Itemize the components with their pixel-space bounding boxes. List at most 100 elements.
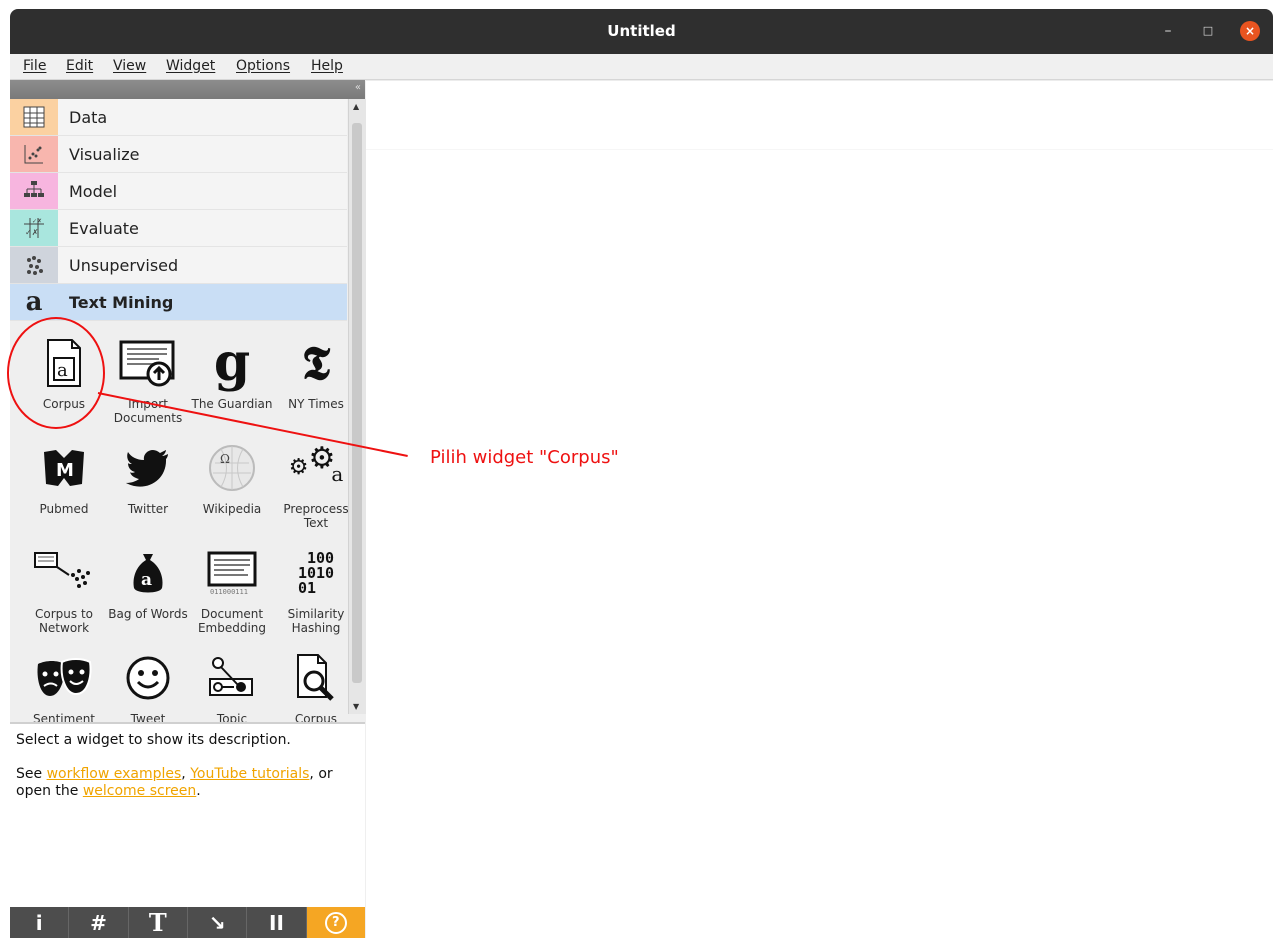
workflow-examples-link[interactable]: workflow examples xyxy=(47,766,182,782)
widget-similarity-hashing[interactable]: 100 1010 01 Similarity Hashing xyxy=(274,540,358,643)
widget-ny-times[interactable]: 𝕿 NY Times xyxy=(274,330,358,433)
widget-pubmed[interactable]: M Pubmed xyxy=(22,435,106,538)
smiley-face-icon xyxy=(106,645,190,711)
separator-text: , xyxy=(181,766,191,782)
twitter-bird-icon xyxy=(106,435,190,501)
svg-text:✓✗: ✓✗ xyxy=(25,228,38,237)
widget-corpus-to-network[interactable]: Corpus to Network xyxy=(22,540,106,643)
menu-widget[interactable]: Widget xyxy=(166,58,215,74)
widget-label: Pubmed xyxy=(39,502,89,516)
end-text: . xyxy=(196,783,201,799)
widget-label: Twitter xyxy=(127,502,169,516)
category-data[interactable]: Data xyxy=(10,99,347,136)
topic-graph-icon xyxy=(190,645,274,711)
close-icon[interactable]: × xyxy=(1240,21,1260,41)
widget-import-documents[interactable]: Import Documents xyxy=(106,330,190,433)
annotation-highlight-circle xyxy=(7,317,105,429)
info-button[interactable]: i xyxy=(10,907,70,938)
window-title: Untitled xyxy=(607,22,676,40)
widget-label: Wikipedia xyxy=(202,502,262,516)
canvas-divider xyxy=(366,149,1273,150)
widget-label: Document Embedding xyxy=(197,607,267,635)
svg-text:Ω: Ω xyxy=(220,452,230,466)
bag-of-words-icon: a xyxy=(106,540,190,606)
widget-document-embedding[interactable]: 011000111 Document Embedding xyxy=(190,540,274,643)
pubmed-logo-icon: M xyxy=(22,435,106,501)
import-documents-icon xyxy=(106,330,190,396)
workflow-canvas[interactable] xyxy=(366,80,1273,938)
svg-text:M: M xyxy=(56,460,74,481)
scrollbar-thumb[interactable] xyxy=(352,123,362,683)
widget-dock: « Data Visualize Model ✓✗ ✓✗ Evaluate Un… xyxy=(10,80,367,938)
menu-file[interactable]: File xyxy=(23,58,46,74)
title-bar[interactable]: Untitled – □ × xyxy=(10,9,1273,54)
theatre-masks-icon xyxy=(22,645,106,711)
widget-preprocess-text[interactable]: ⚙ ⚙ a Preprocess Text xyxy=(274,435,358,538)
pause-button[interactable]: II xyxy=(247,907,307,938)
svg-text:011000111: 011000111 xyxy=(210,588,248,596)
dock-toolbar: i # T ↘ II ? xyxy=(10,907,365,938)
orange-app-window: Untitled – □ × File Edit View Widget Opt… xyxy=(10,9,1273,938)
annotation-label: Pilih widget "Corpus" xyxy=(430,447,619,468)
help-button[interactable]: ? xyxy=(306,907,365,938)
nytimes-logo-icon: 𝕿 xyxy=(301,336,331,390)
menu-view[interactable]: View xyxy=(113,58,146,74)
category-visualize[interactable]: Visualize xyxy=(10,136,347,173)
scroll-up-icon[interactable]: ▲ xyxy=(353,102,359,111)
widget-bag-of-words[interactable]: a Bag of Words xyxy=(106,540,190,643)
menu-bar: File Edit View Widget Options Help xyxy=(10,54,1273,80)
youtube-tutorials-link[interactable]: YouTube tutorials xyxy=(190,766,309,782)
arrow-annotation-button[interactable]: ↘ xyxy=(188,907,248,938)
preprocess-gears-icon: ⚙ ⚙ a xyxy=(288,441,344,487)
document-embedding-icon: 011000111 xyxy=(190,540,274,606)
table-grid-icon xyxy=(10,99,58,135)
welcome-screen-link[interactable]: welcome screen xyxy=(83,783,196,799)
svg-text:a: a xyxy=(141,570,152,590)
category-unsupervised[interactable]: Unsupervised xyxy=(10,247,347,284)
help-icon: ? xyxy=(324,911,347,934)
text-annotation-button[interactable]: T xyxy=(129,907,188,938)
widget-scrollbar[interactable]: ▲ ▼ xyxy=(348,99,366,714)
description-links: See workflow examples, YouTube tutorials… xyxy=(16,766,361,800)
menu-edit[interactable]: Edit xyxy=(66,58,93,74)
widget-label: Bag of Words xyxy=(108,607,188,621)
evaluate-icon: ✓✗ ✓✗ xyxy=(10,210,58,246)
guardian-logo-icon: g xyxy=(213,332,251,393)
category-label: Text Mining xyxy=(69,293,174,312)
dock-title-bar[interactable]: « xyxy=(10,80,365,99)
binary-hash-icon: 100 1010 01 xyxy=(297,548,335,597)
maximize-icon[interactable]: □ xyxy=(1198,21,1218,41)
category-label: Evaluate xyxy=(69,219,139,238)
category-list: Data Visualize Model ✓✗ ✓✗ Evaluate Unsu… xyxy=(10,99,347,321)
corpus-search-icon xyxy=(274,645,358,711)
category-model[interactable]: Model xyxy=(10,173,347,210)
svg-text:✓✗: ✓✗ xyxy=(32,218,42,225)
category-label: Visualize xyxy=(69,145,140,164)
widget-label: Similarity Hashing xyxy=(287,607,345,635)
corpus-network-icon xyxy=(22,540,106,606)
menu-help[interactable]: Help xyxy=(311,58,343,74)
minimize-icon[interactable]: – xyxy=(1158,21,1178,41)
widget-label: Corpus to Network xyxy=(35,607,93,635)
widget-wikipedia[interactable]: Ω Wikipedia xyxy=(190,435,274,538)
tree-icon xyxy=(10,173,58,209)
category-evaluate[interactable]: ✓✗ ✓✗ Evaluate xyxy=(10,210,347,247)
description-panel: Select a widget to show its description.… xyxy=(10,722,365,908)
category-text-mining[interactable]: a Text Mining xyxy=(10,284,347,321)
category-label: Data xyxy=(69,108,108,127)
category-label: Model xyxy=(69,182,118,201)
grid-button[interactable]: # xyxy=(69,907,129,938)
text-mining-icon: a xyxy=(10,284,58,320)
clusters-icon xyxy=(10,247,58,283)
menu-options[interactable]: Options xyxy=(236,58,290,74)
collapse-dock-icon[interactable]: « xyxy=(355,82,361,93)
description-text: Select a widget to show its description. xyxy=(16,732,291,748)
scatter-plot-icon xyxy=(10,136,58,172)
widget-label: NY Times xyxy=(288,397,344,411)
wikipedia-globe-icon: Ω xyxy=(190,435,274,501)
widget-label: Preprocess Text xyxy=(283,502,349,530)
widget-the-guardian[interactable]: g The Guardian xyxy=(190,330,274,433)
widget-twitter[interactable]: Twitter xyxy=(106,435,190,538)
scroll-down-icon[interactable]: ▼ xyxy=(353,702,359,711)
widget-label: The Guardian xyxy=(191,397,273,411)
